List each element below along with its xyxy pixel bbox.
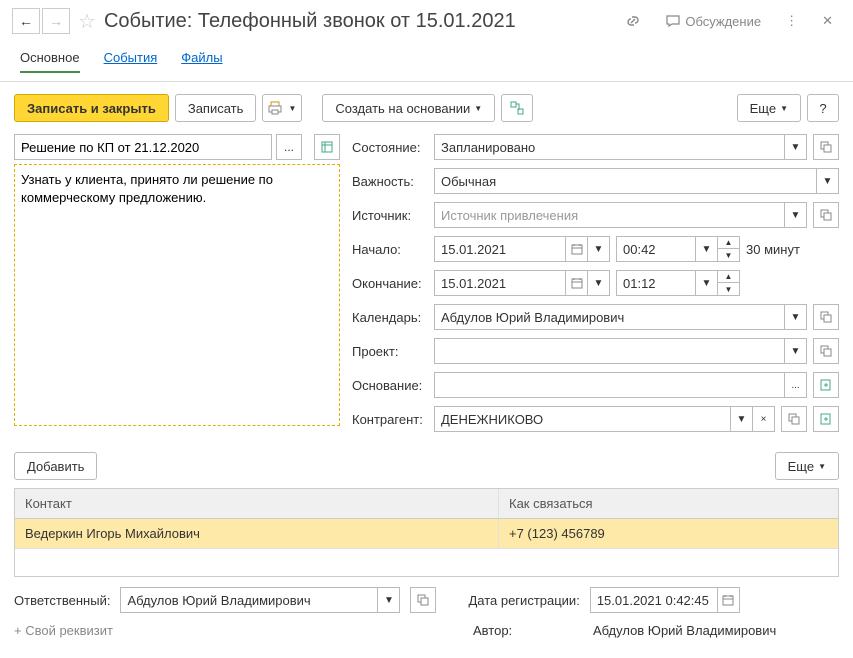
state-dropdown[interactable]: ▼	[785, 134, 807, 160]
basis-input[interactable]	[434, 372, 785, 398]
begin-time-down[interactable]: ▼	[718, 249, 740, 262]
basis-ellipsis[interactable]: ...	[785, 372, 807, 398]
counterparty-add-button[interactable]	[813, 406, 839, 432]
regdate-input[interactable]: 15.01.2021 0:42:45	[590, 587, 718, 613]
counterparty-open-button[interactable]	[781, 406, 807, 432]
author-label: Автор:	[473, 623, 583, 638]
end-date-dropdown[interactable]: ▼	[588, 270, 610, 296]
table-row[interactable]: Ведеркин Игорь Михайлович +7 (123) 45678…	[15, 519, 838, 548]
howto-header[interactable]: Как связаться	[499, 489, 838, 518]
page-title: Событие: Телефонный звонок от 15.01.2021	[104, 10, 609, 33]
table-empty-row	[15, 548, 838, 576]
importance-dropdown[interactable]: ▼	[817, 168, 839, 194]
counterparty-input[interactable]: ДЕНЕЖНИКОВО	[434, 406, 731, 432]
subject-ellipsis-button[interactable]: ...	[276, 134, 302, 160]
state-input[interactable]: Запланировано	[434, 134, 785, 160]
project-open-button[interactable]	[813, 338, 839, 364]
contact-header[interactable]: Контакт	[15, 489, 499, 518]
calendar-input[interactable]: Абдулов Юрий Владимирович	[434, 304, 785, 330]
source-open-button[interactable]	[813, 202, 839, 228]
counterparty-dropdown[interactable]: ▼	[731, 406, 753, 432]
importance-input[interactable]: Обычная	[434, 168, 817, 194]
source-dropdown[interactable]: ▼	[785, 202, 807, 228]
close-button[interactable]: ✕	[814, 9, 841, 33]
tab-main[interactable]: Основное	[20, 50, 80, 73]
print-button[interactable]: ▼	[262, 94, 302, 122]
end-time-down[interactable]: ▼	[718, 283, 740, 296]
structure-button[interactable]	[501, 94, 533, 122]
begin-date-calendar[interactable]	[566, 236, 588, 262]
contacts-more-button[interactable]: Еще▼	[775, 452, 839, 480]
save-and-close-button[interactable]: Записать и закрыть	[14, 94, 169, 122]
tab-files[interactable]: Файлы	[181, 50, 222, 73]
end-label: Окончание:	[352, 276, 428, 291]
description-textarea[interactable]	[14, 164, 340, 426]
author-value: Абдулов Юрий Владимирович	[593, 623, 776, 638]
regdate-label: Дата регистрации:	[468, 593, 579, 608]
end-time-input[interactable]: 01:12	[616, 270, 696, 296]
source-label: Источник:	[352, 208, 428, 223]
back-button[interactable]: ←	[12, 8, 40, 34]
calendar-open-button[interactable]	[813, 304, 839, 330]
end-date-calendar[interactable]	[566, 270, 588, 296]
state-open-button[interactable]	[813, 134, 839, 160]
importance-label: Важность:	[352, 174, 428, 189]
begin-date-input[interactable]: 15.01.2021	[434, 236, 566, 262]
more-button[interactable]: Еще ▼	[737, 94, 801, 122]
begin-time-up[interactable]: ▲	[718, 236, 740, 249]
calendar-label: Календарь:	[352, 310, 428, 325]
basis-label: Основание:	[352, 378, 428, 393]
discussion-button[interactable]: Обсуждение	[657, 9, 769, 33]
begin-label: Начало:	[352, 242, 428, 257]
forward-button[interactable]: →	[42, 8, 70, 34]
contact-name-cell: Ведеркин Игорь Михайлович	[15, 519, 499, 548]
state-label: Состояние:	[352, 140, 428, 155]
tab-events[interactable]: События	[104, 50, 158, 73]
source-input[interactable]: Источник привлечения	[434, 202, 785, 228]
help-button[interactable]: ?	[807, 94, 839, 122]
end-time-dropdown[interactable]: ▼	[696, 270, 718, 296]
calendar-dropdown[interactable]: ▼	[785, 304, 807, 330]
begin-time-dropdown[interactable]: ▼	[696, 236, 718, 262]
contacts-table: Контакт Как связаться Ведеркин Игорь Мих…	[14, 488, 839, 577]
project-input[interactable]	[434, 338, 785, 364]
save-button[interactable]: Записать	[175, 94, 257, 122]
regdate-calendar[interactable]	[718, 587, 740, 613]
add-attribute-link[interactable]: + Свой реквизит	[14, 623, 113, 638]
counterparty-label: Контрагент:	[352, 412, 428, 427]
subject-input[interactable]	[14, 134, 272, 160]
template-button[interactable]	[314, 134, 340, 160]
responsible-open-button[interactable]	[410, 587, 436, 613]
link-icon[interactable]	[617, 9, 649, 33]
counterparty-clear[interactable]: ×	[753, 406, 775, 432]
discussion-label: Обсуждение	[685, 14, 761, 29]
begin-time-input[interactable]: 00:42	[616, 236, 696, 262]
duration-text: 30 минут	[746, 242, 800, 257]
end-date-input[interactable]: 15.01.2021	[434, 270, 566, 296]
create-based-on-button[interactable]: Создать на основании ▼	[322, 94, 495, 122]
add-contact-button[interactable]: Добавить	[14, 452, 97, 480]
project-label: Проект:	[352, 344, 428, 359]
contact-phone-cell: +7 (123) 456789	[499, 519, 838, 548]
project-dropdown[interactable]: ▼	[785, 338, 807, 364]
more-menu-icon[interactable]: ⋮	[777, 9, 806, 33]
favorite-icon[interactable]: ☆	[78, 9, 96, 34]
responsible-dropdown[interactable]: ▼	[378, 587, 400, 613]
end-time-up[interactable]: ▲	[718, 270, 740, 283]
responsible-input[interactable]: Абдулов Юрий Владимирович	[120, 587, 378, 613]
basis-add-button[interactable]	[813, 372, 839, 398]
responsible-label: Ответственный:	[14, 593, 110, 608]
begin-date-dropdown[interactable]: ▼	[588, 236, 610, 262]
